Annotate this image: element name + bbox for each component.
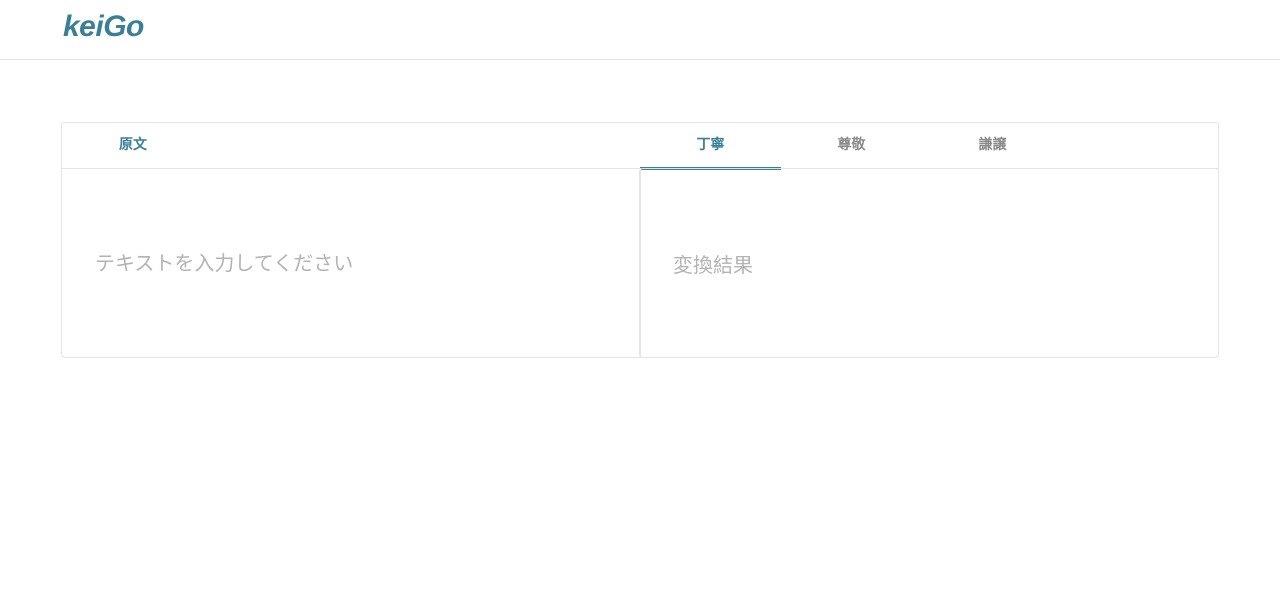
converter-panel: 原文 丁寧 尊敬 謙譲 変換結果 <box>61 122 1219 358</box>
tab-bar: 原文 丁寧 尊敬 謙譲 <box>61 122 1219 170</box>
app-logo[interactable]: keiGo <box>63 10 144 44</box>
source-text-input[interactable] <box>62 169 640 357</box>
tab-honorific[interactable]: 尊敬 <box>781 123 922 169</box>
source-text-box <box>61 168 641 358</box>
app-header: keiGo <box>0 0 1280 60</box>
tab-polite[interactable]: 丁寧 <box>640 123 781 170</box>
result-text: 変換結果 <box>673 253 753 277</box>
result-box: 変換結果 <box>639 168 1219 358</box>
tab-humble[interactable]: 謙譲 <box>922 123 1063 169</box>
source-label: 原文 <box>119 137 147 153</box>
